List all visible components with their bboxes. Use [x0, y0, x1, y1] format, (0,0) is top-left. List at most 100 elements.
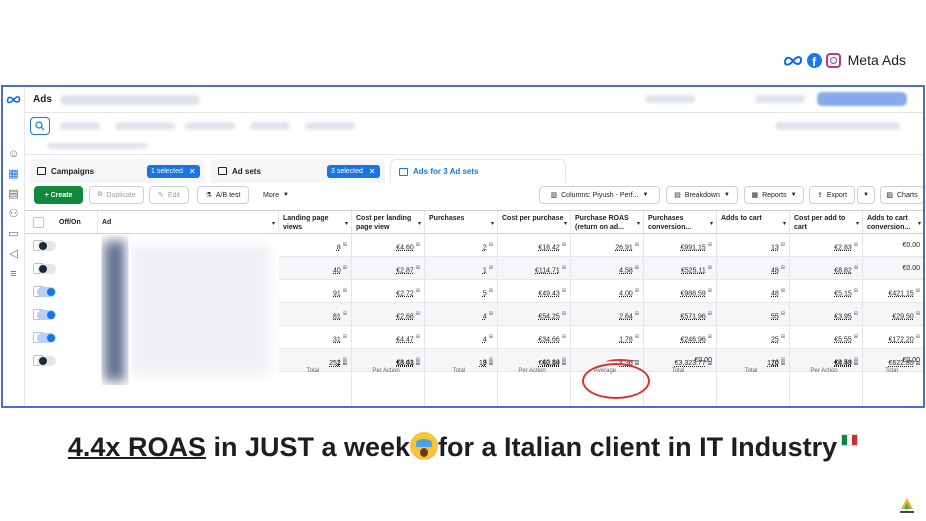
search-button[interactable] — [30, 117, 50, 135]
cell-value[interactable]: 4 — [483, 313, 487, 320]
column-header-c4[interactable]: Cost per purchase ▾ — [498, 211, 571, 234]
cell-value[interactable]: 8 — [337, 244, 341, 251]
cell-value[interactable]: 2 — [483, 244, 487, 251]
close-icon[interactable]: ✕ — [189, 167, 196, 176]
cell-value[interactable]: €172.20 — [888, 336, 913, 343]
smiley-icon[interactable]: ☺ — [7, 149, 20, 160]
cell-value[interactable]: €421.15 — [888, 290, 913, 297]
ab-test-button[interactable]: ⚗ A/B test — [197, 186, 249, 204]
cell-value[interactable]: 91 — [333, 290, 341, 297]
date-range-picker[interactable] — [775, 122, 900, 130]
column-header-c1[interactable]: Landing page views ▾ — [279, 211, 352, 234]
status-toggle[interactable] — [37, 241, 56, 251]
status-toggle[interactable] — [37, 264, 56, 274]
cell-value[interactable]: €5.15 — [834, 290, 852, 297]
cell-value[interactable]: €2.83 — [834, 244, 852, 251]
cell-value[interactable]: €4.47 — [396, 336, 414, 343]
more-button[interactable]: More ▼ — [257, 186, 295, 204]
book-icon[interactable]: ▤ — [7, 189, 20, 200]
total-value[interactable]: €40.14 — [538, 360, 559, 367]
cell-value[interactable]: 48 — [771, 267, 779, 274]
column-header-c9[interactable]: Adds to cart conversion... ▾ — [863, 211, 923, 234]
cell-value[interactable]: €246.96 — [680, 336, 705, 343]
cell-value[interactable]: 4.58 — [619, 267, 633, 274]
total-value[interactable]: 252 — [329, 360, 341, 367]
total-value[interactable]: €3,323.77 — [675, 360, 706, 367]
cell-value[interactable]: 4.00 — [619, 290, 633, 297]
cell-value[interactable]: €4.60 — [396, 244, 414, 251]
edit-button[interactable]: ✎ Edit — [149, 186, 189, 204]
cell-value[interactable]: 55 — [771, 313, 779, 320]
column-header-c8[interactable]: Cost per add to cart ▾ — [790, 211, 863, 234]
cell-value[interactable]: €5.55 — [834, 336, 852, 343]
column-header-c3[interactable]: Purchases ▾ — [425, 211, 498, 234]
cell-value[interactable]: 4 — [483, 336, 487, 343]
export-button[interactable]: ⇪ Export — [809, 186, 855, 204]
cell-value[interactable]: 5 — [483, 290, 487, 297]
filter-chip-had-delivery[interactable] — [115, 122, 175, 130]
columns-button[interactable]: ▥ Columns: Piyush - Perf... ▼ — [539, 186, 660, 204]
cell-value[interactable]: €49.43 — [538, 290, 559, 297]
cell-value[interactable]: 48 — [771, 290, 779, 297]
cell-value[interactable]: 40 — [333, 267, 341, 274]
cell-value[interactable]: €991.15 — [680, 244, 705, 251]
meta-icon[interactable] — [6, 94, 21, 104]
total-value[interactable]: €4.49 — [834, 360, 852, 367]
close-icon[interactable]: ✕ — [369, 167, 376, 176]
reports-button[interactable]: ▦ Reports ▼ — [744, 186, 804, 204]
duplicate-button[interactable]: ⧉ Duplicate — [89, 186, 144, 204]
column-header-ad[interactable]: Ad ▾ — [98, 211, 279, 234]
cell-value[interactable]: €2.87 — [396, 267, 414, 274]
account-selector[interactable] — [60, 95, 200, 105]
cell-value[interactable]: €18.42 — [538, 244, 559, 251]
billing-icon[interactable]: ▭ — [7, 229, 20, 240]
campaigns-selected-pill[interactable]: 1 selected ✕ — [147, 165, 200, 178]
column-header-c7[interactable]: Adds to cart ▾ — [717, 211, 790, 234]
grid-icon[interactable]: ▦ — [7, 169, 20, 180]
audience-icon[interactable]: ⚇ — [7, 209, 20, 220]
column-header-c5[interactable]: Purchase ROAS (return on ad... ▾ — [571, 211, 644, 234]
filter-chip-scheduled[interactable] — [185, 122, 235, 130]
cell-value[interactable]: €988.59 — [680, 290, 705, 297]
status-toggle[interactable] — [37, 287, 56, 297]
status-toggle[interactable] — [37, 333, 56, 343]
column-header-c2[interactable]: Cost per landing page view ▾ — [352, 211, 425, 234]
cell-value[interactable]: 1 — [483, 267, 487, 274]
filter-chip-active[interactable] — [250, 122, 290, 130]
megaphone-icon[interactable]: ◁ — [7, 249, 20, 260]
search-row[interactable] — [25, 137, 923, 155]
cell-value[interactable]: 25 — [771, 336, 779, 343]
total-value[interactable]: €3.03 — [396, 360, 414, 367]
menu-icon[interactable]: ≡ — [7, 269, 20, 280]
total-value[interactable]: €622.85 — [888, 360, 913, 367]
cell-value[interactable]: €571.96 — [680, 313, 705, 320]
cell-value[interactable]: €54.25 — [538, 313, 559, 320]
status-toggle[interactable] — [37, 310, 56, 320]
cell-value[interactable]: €8.82 — [834, 267, 852, 274]
column-header-c6[interactable]: Purchases conversion... ▾ — [644, 211, 717, 234]
cell-value[interactable]: 13 — [771, 244, 779, 251]
cell-value[interactable]: €114.71 — [535, 267, 560, 274]
cell-value[interactable]: 2.64 — [619, 313, 633, 320]
cell-value[interactable]: 31 — [333, 336, 341, 343]
review-publish-button[interactable] — [817, 92, 907, 106]
column-header-offon[interactable]: Off/On — [25, 211, 98, 234]
filter-chip-all-ads[interactable] — [60, 122, 100, 130]
cell-value[interactable]: 26.91 — [615, 244, 633, 251]
cell-value[interactable]: €525.11 — [681, 267, 706, 274]
discard-drafts[interactable] — [755, 95, 805, 103]
cell-value[interactable]: €0.00 — [902, 265, 920, 272]
create-button[interactable]: + Create — [34, 186, 83, 204]
total-value[interactable]: 170 — [767, 360, 779, 367]
cell-value[interactable]: €2.72 — [396, 290, 414, 297]
cell-value[interactable]: 81 — [333, 313, 341, 320]
filter-chip-more[interactable] — [305, 122, 355, 130]
cell-value[interactable]: €3.95 — [834, 313, 852, 320]
cell-value[interactable]: €0.00 — [902, 242, 920, 249]
adsets-selected-pill[interactable]: 3 selected ✕ — [327, 165, 380, 178]
cell-value[interactable]: €29.50 — [892, 313, 913, 320]
charts-button[interactable]: ▨ Charts — [880, 186, 923, 204]
export-dropdown-button[interactable]: ▼ — [857, 186, 875, 204]
breakdown-button[interactable]: ▤ Breakdown ▼ — [666, 186, 738, 204]
cell-value[interactable]: €2.68 — [396, 313, 414, 320]
